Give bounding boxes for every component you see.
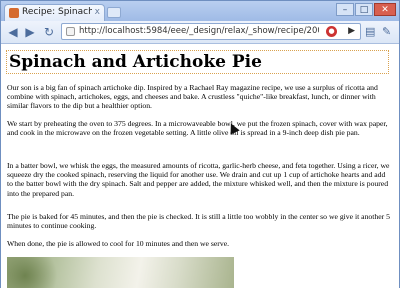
browser-toolbar: ◀ ▶ ↻ http://localhost:5984/eee/_design/…	[1, 21, 399, 44]
forward-arrow-icon[interactable]: ▶	[22, 24, 38, 40]
go-arrow-icon[interactable]: ▶	[348, 26, 355, 36]
browser-window: Recipe: Spinach and Artichoke Pie x – □ …	[0, 0, 400, 288]
tab-close-icon[interactable]: x	[95, 7, 100, 17]
title-bar: Recipe: Spinach and Artichoke Pie x – □ …	[1, 1, 399, 21]
maximize-button[interactable]: □	[355, 3, 373, 16]
page-icon	[66, 27, 75, 36]
paragraph-serve: When done, the pie is allowed to cool fo…	[7, 239, 230, 248]
close-window-button[interactable]: ✕	[374, 3, 396, 16]
page-content: Spinach and Artichoke Pie Our son is a b…	[1, 44, 399, 288]
wrench-icon[interactable]: ✎	[382, 25, 391, 38]
paragraph-bake: The pie is baked for 45 minutes, and the…	[7, 212, 390, 231]
window-controls: – □ ✕	[336, 3, 396, 17]
paragraph-mix: In a batter bowl, we whisk the eggs, the…	[7, 161, 390, 198]
url-text[interactable]: http://localhost:5984/eee/_design/relax/…	[79, 26, 319, 36]
tab-title: Recipe: Spinach and Artichoke Pie	[22, 7, 92, 17]
paragraph-preheat: We start by preheating the oven to 375 d…	[7, 119, 388, 138]
paragraph-intro: Our son is a big fan of spinach artichok…	[7, 83, 378, 111]
page-title: Spinach and Artichoke Pie	[6, 50, 389, 74]
favicon-icon	[9, 8, 19, 18]
extension-icon[interactable]: ●	[326, 26, 337, 37]
address-bar[interactable]: http://localhost:5984/eee/_design/relax/…	[61, 23, 361, 40]
back-arrow-icon[interactable]: ◀	[5, 24, 21, 40]
page-menu-icon[interactable]: ▤	[365, 25, 375, 38]
recipe-photo	[7, 257, 234, 288]
reload-icon[interactable]: ↻	[41, 24, 57, 40]
minimize-button[interactable]: –	[336, 3, 354, 16]
new-tab-button[interactable]	[107, 7, 121, 18]
browser-tab[interactable]: Recipe: Spinach and Artichoke Pie x	[4, 4, 105, 21]
